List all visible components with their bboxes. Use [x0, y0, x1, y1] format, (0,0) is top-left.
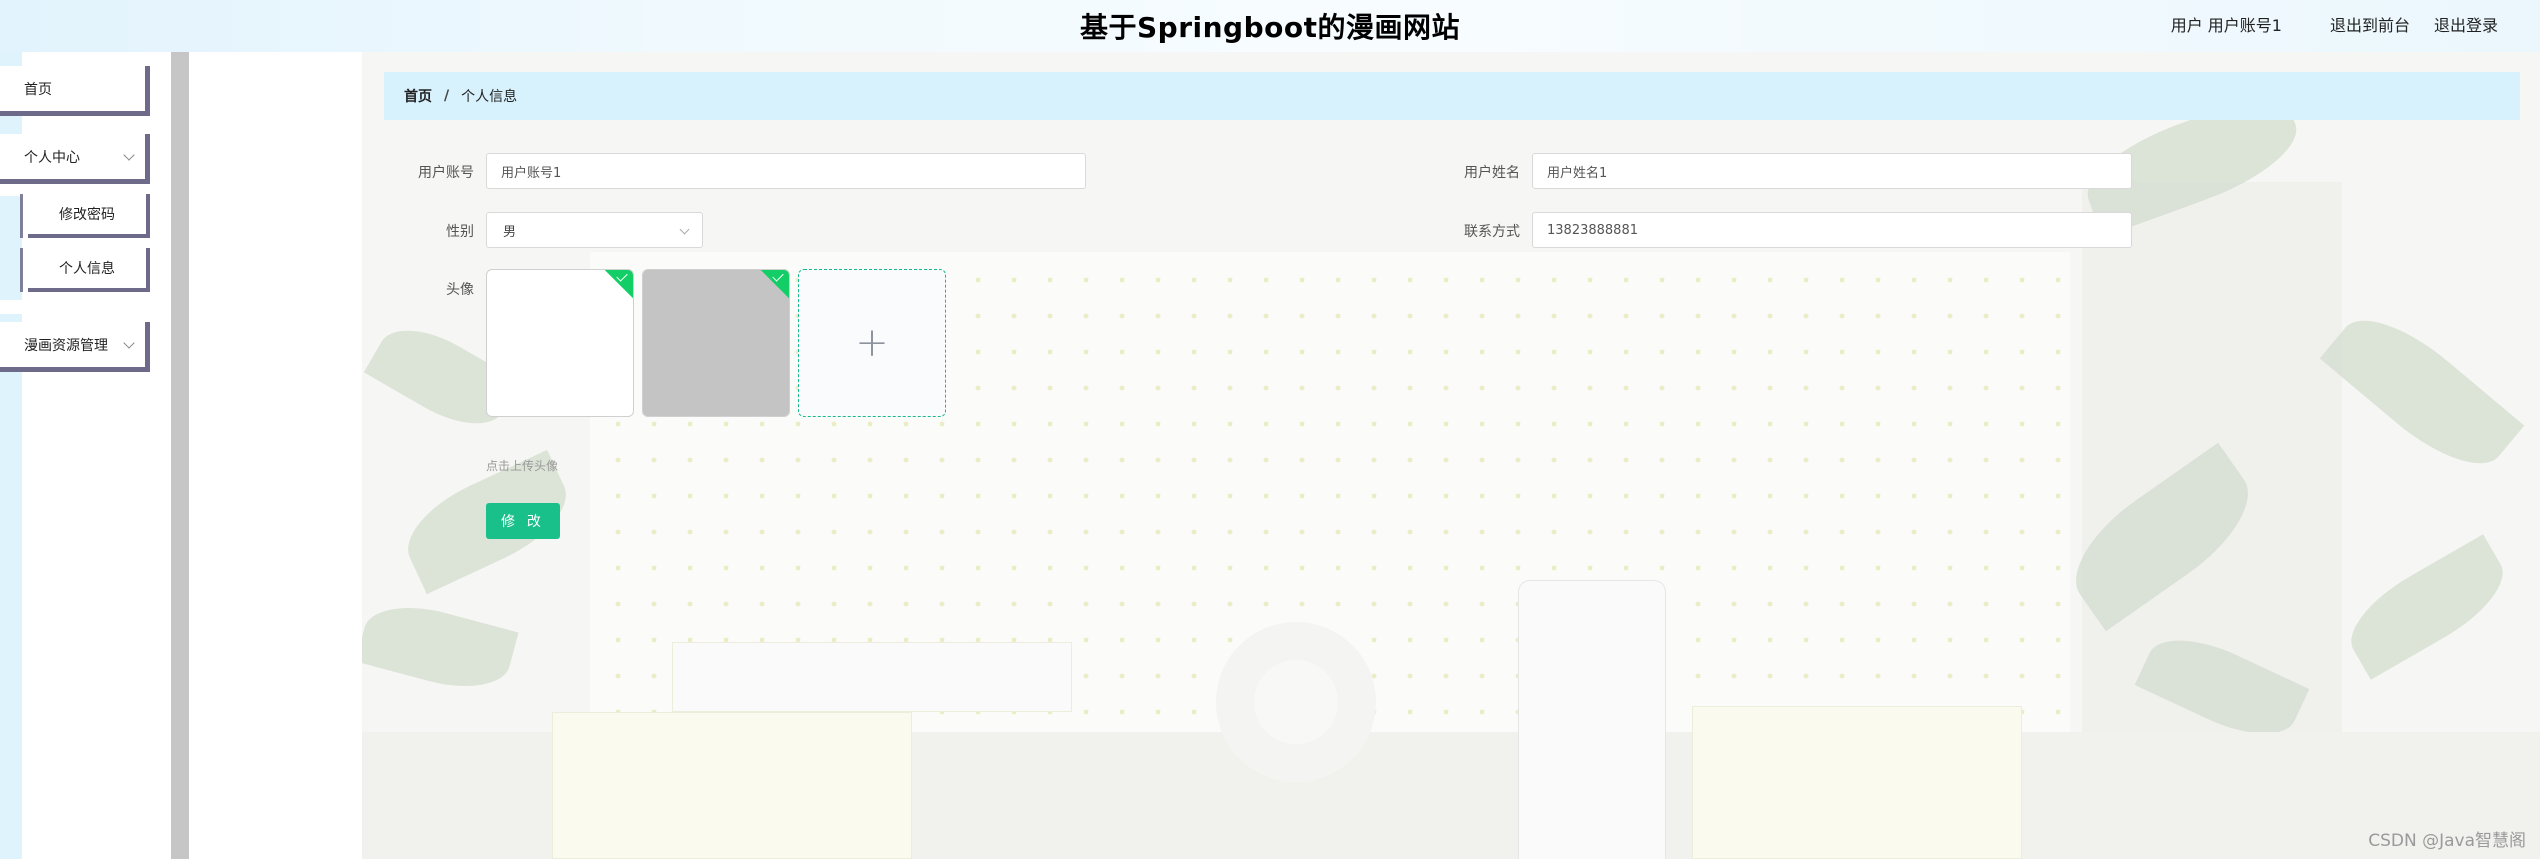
back-to-frontend-link[interactable]: 退出到前台: [2330, 12, 2410, 36]
background-ring: [1216, 622, 1376, 782]
name-input[interactable]: 用户姓名1: [1532, 153, 2132, 189]
sidebar-item-label: 个人中心: [24, 149, 80, 166]
contact-label: 联系方式: [1464, 224, 1520, 240]
breadcrumb-separator: /: [444, 88, 450, 104]
sidebar-divider: [171, 52, 189, 859]
chevron-down-icon: [123, 336, 135, 349]
breadcrumb-current: 个人信息: [461, 89, 518, 105]
avatar-upload-button[interactable]: +: [798, 269, 946, 417]
sidebar-item-label: 个人信息: [59, 261, 115, 277]
breadcrumb-home[interactable]: 首页: [404, 86, 432, 106]
sidebar: 首页 个人中心 修改密码 个人信息 漫画资源管理: [0, 52, 170, 859]
avatar-thumbnail[interactable]: [486, 269, 634, 417]
background-box: [1692, 706, 2022, 859]
current-user-label: 用户 用户账号1: [2170, 16, 2282, 35]
sidebar-item-label: 漫画资源管理: [24, 337, 108, 354]
top-header: 基于Springboot的漫画网站 用户 用户账号1 退出到前台 退出登录: [0, 0, 2540, 52]
account-input-value: 用户账号1: [501, 165, 562, 181]
upload-hint: 点击上传头像: [486, 459, 559, 473]
sidebar-item-label: 首页: [24, 81, 52, 98]
contact-input[interactable]: 13823888881: [1532, 212, 2132, 248]
gender-label: 性别: [446, 224, 474, 240]
header-links: 用户 用户账号1 退出到前台 退出登录: [2171, 12, 2498, 36]
gender-select[interactable]: 男: [486, 212, 703, 248]
breadcrumb: 首页 / 个人信息: [384, 72, 2520, 120]
background-box: [552, 712, 912, 859]
chevron-down-icon: [679, 224, 690, 235]
site-title: 基于Springboot的漫画网站: [1080, 11, 1460, 44]
account-input[interactable]: 用户账号1: [486, 153, 1086, 189]
update-button[interactable]: 修 改: [486, 503, 560, 539]
name-input-value: 用户姓名1: [1547, 165, 1608, 181]
sidebar-item-change-password[interactable]: 修改密码: [20, 194, 150, 238]
logout-link[interactable]: 退出登录: [2434, 12, 2498, 36]
name-label: 用户姓名: [1464, 165, 1520, 181]
watermark: CSDN @Java智慧阁: [2368, 831, 2526, 851]
avatar-label: 头像: [446, 282, 474, 298]
sidebar-item-comic-management[interactable]: 漫画资源管理: [0, 322, 150, 372]
background-leaf: [2319, 297, 2525, 487]
background-cylinder: [1518, 580, 1666, 859]
plus-icon: +: [855, 320, 889, 366]
background-leaf: [2335, 534, 2519, 680]
account-label: 用户账号: [418, 165, 474, 181]
background-box: [672, 642, 1072, 712]
contact-input-value: 13823888881: [1547, 222, 1638, 238]
chevron-down-icon: [123, 148, 135, 161]
sidebar-item-personal-center[interactable]: 个人中心: [0, 134, 150, 184]
sidebar-item-label: 修改密码: [59, 207, 115, 223]
sidebar-item-home[interactable]: 首页: [0, 66, 150, 116]
sidebar-item-personal-info[interactable]: 个人信息: [20, 248, 150, 292]
avatar-thumbnail[interactable]: [642, 269, 790, 417]
gender-select-value: 男: [503, 224, 517, 240]
background-leaf: [362, 593, 519, 701]
